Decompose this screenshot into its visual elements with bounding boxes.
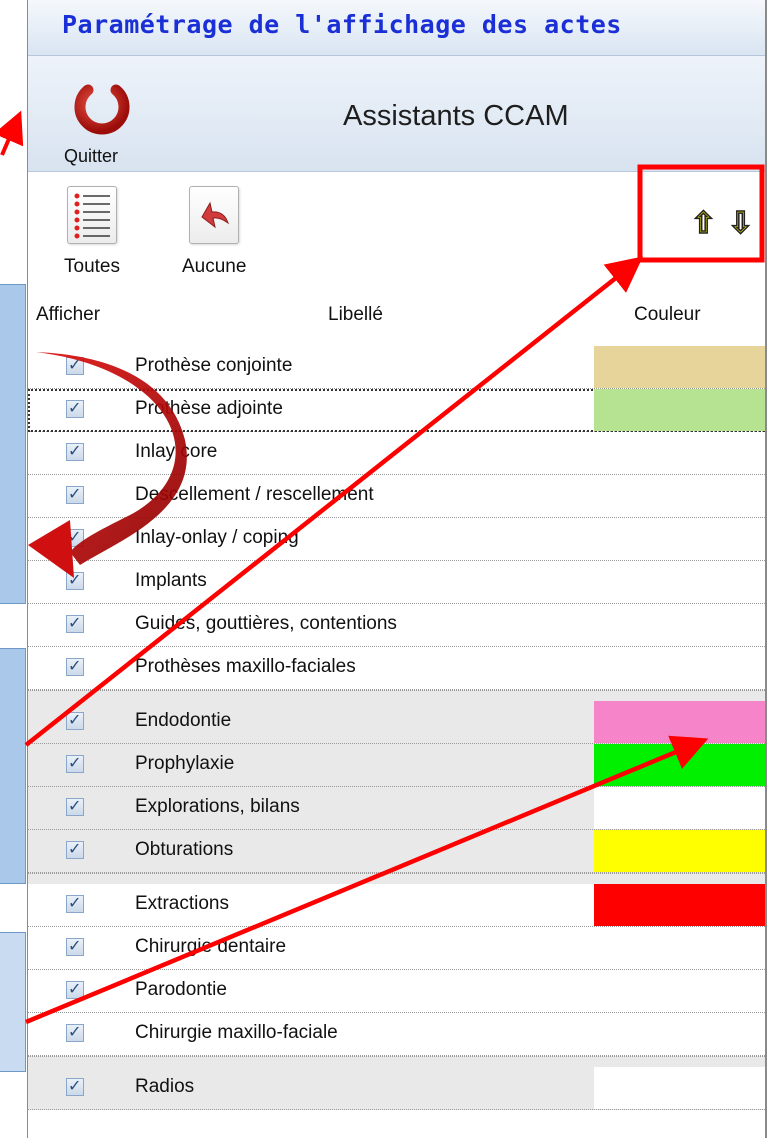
color-swatch[interactable]: [594, 787, 765, 829]
acts-table: Prothèse conjointe Prothèse adjointe Inlay…: [28, 346, 765, 1110]
header-show: Afficher: [36, 304, 101, 325]
color-swatch[interactable]: [594, 744, 765, 786]
color-swatch[interactable]: [594, 970, 765, 1012]
arrow-up-icon[interactable]: ⇧: [690, 205, 717, 242]
undo-icon: [189, 186, 240, 244]
group-separator: [28, 1056, 765, 1067]
show-checkbox[interactable]: [66, 613, 84, 633]
checklist-icon: [66, 186, 117, 244]
row-label: Implants: [135, 570, 207, 591]
show-checkbox[interactable]: [66, 839, 84, 859]
select-all-button[interactable]: Toutes: [64, 186, 120, 278]
table-row[interactable]: Obturations: [28, 830, 765, 873]
row-label: Radios: [135, 1076, 195, 1097]
table-row[interactable]: Guides, gouttières, contentions: [28, 604, 765, 647]
table-row[interactable]: Explorations, bilans: [28, 787, 765, 830]
table-row[interactable]: Chirurgie maxillo-faciale: [28, 1013, 765, 1056]
window-title: Paramétrage de l'affichage des actes: [62, 10, 622, 39]
color-swatch[interactable]: [594, 346, 765, 388]
color-swatch[interactable]: [594, 389, 765, 431]
column-headers: Afficher Libellé Couleur: [28, 298, 765, 342]
color-swatch[interactable]: [594, 927, 765, 969]
table-row[interactable]: Prothèses maxillo-faciales: [28, 647, 765, 690]
color-swatch[interactable]: [594, 884, 765, 926]
table-row[interactable]: Extractions: [28, 884, 765, 927]
color-swatch[interactable]: [594, 561, 765, 603]
row-label: Chirurgie dentaire: [135, 936, 287, 957]
table-row[interactable]: Descellement / rescellement: [28, 475, 765, 518]
table-row[interactable]: Implants: [28, 561, 765, 604]
row-label: Prothèses maxillo-faciales: [135, 656, 356, 677]
table-row[interactable]: Inlay-onlay / coping: [28, 518, 765, 561]
color-swatch[interactable]: [594, 604, 765, 646]
show-checkbox[interactable]: [66, 527, 84, 547]
arrow-annotation: [0, 110, 24, 156]
row-label: Inlay core: [135, 441, 218, 462]
table-row[interactable]: Chirurgie dentaire: [28, 927, 765, 970]
row-label: Obturations: [135, 839, 234, 860]
color-swatch[interactable]: [594, 1013, 765, 1055]
show-checkbox[interactable]: [66, 355, 84, 375]
table-row[interactable]: Endodontie: [28, 701, 765, 744]
color-swatch[interactable]: [594, 432, 765, 474]
arrow-down-icon[interactable]: ⇩: [727, 205, 754, 242]
show-checkbox[interactable]: [66, 1076, 84, 1096]
callout-panel: [0, 648, 26, 884]
table-row[interactable]: Prophylaxie: [28, 744, 765, 787]
ribbon-title: Assistants CCAM: [343, 100, 569, 132]
show-checkbox[interactable]: [66, 753, 84, 773]
header-label: Libellé: [328, 304, 383, 325]
table-row[interactable]: Radios: [28, 1067, 765, 1110]
color-swatch[interactable]: [594, 701, 765, 743]
row-label: Endodontie: [135, 710, 232, 731]
show-checkbox[interactable]: [66, 936, 84, 956]
row-label: Inlay-onlay / coping: [135, 527, 299, 548]
quit-label: Quitter: [64, 146, 119, 166]
select-all-label: Toutes: [64, 256, 120, 277]
settings-window: Paramétrage de l'affichage des actes Qui…: [27, 0, 767, 1138]
row-label: Explorations, bilans: [135, 796, 300, 817]
callout-panel: [0, 284, 26, 604]
show-checkbox[interactable]: [66, 484, 84, 504]
quit-button[interactable]: Quitter: [56, 76, 146, 166]
color-swatch[interactable]: [594, 647, 765, 689]
show-checkbox[interactable]: [66, 398, 84, 418]
row-label: Prothèse adjointe: [135, 398, 283, 419]
select-none-label: Aucune: [182, 256, 247, 277]
show-checkbox[interactable]: [66, 441, 84, 461]
show-checkbox[interactable]: [66, 656, 84, 676]
color-swatch[interactable]: [594, 830, 765, 872]
table-row[interactable]: Inlay core: [28, 432, 765, 475]
toolbar: Toutes Aucune ⇧ ⇩: [28, 172, 765, 292]
row-label: Extractions: [135, 893, 229, 914]
table-row[interactable]: Parodontie: [28, 970, 765, 1013]
show-checkbox[interactable]: [66, 710, 84, 730]
show-checkbox[interactable]: [66, 796, 84, 816]
table-row[interactable]: Prothèse adjointe: [28, 389, 765, 432]
order-arrows: ⇧ ⇩: [679, 205, 754, 242]
show-checkbox[interactable]: [66, 1022, 84, 1042]
header-color: Couleur: [634, 304, 701, 325]
row-label: Prothèse conjointe: [135, 355, 293, 376]
row-label: Descellement / rescellement: [135, 484, 374, 505]
callout-panel: [0, 932, 26, 1072]
show-checkbox[interactable]: [66, 570, 84, 590]
group-separator: [28, 873, 765, 884]
ribbon: Quitter Assistants CCAM: [28, 56, 765, 172]
row-label: Guides, gouttières, contentions: [135, 613, 397, 634]
row-label: Parodontie: [135, 979, 227, 1000]
color-swatch[interactable]: [594, 1067, 765, 1109]
show-checkbox[interactable]: [66, 979, 84, 999]
group-separator: [28, 690, 765, 701]
color-swatch[interactable]: [594, 475, 765, 517]
power-icon: [74, 76, 130, 135]
title-bar: Paramétrage de l'affichage des actes: [28, 0, 765, 56]
show-checkbox[interactable]: [66, 893, 84, 913]
color-swatch[interactable]: [594, 518, 765, 560]
table-row[interactable]: Prothèse conjointe: [28, 346, 765, 389]
row-label: Prophylaxie: [135, 753, 235, 774]
row-label: Chirurgie maxillo-faciale: [135, 1022, 338, 1043]
select-none-button[interactable]: Aucune: [182, 186, 246, 278]
